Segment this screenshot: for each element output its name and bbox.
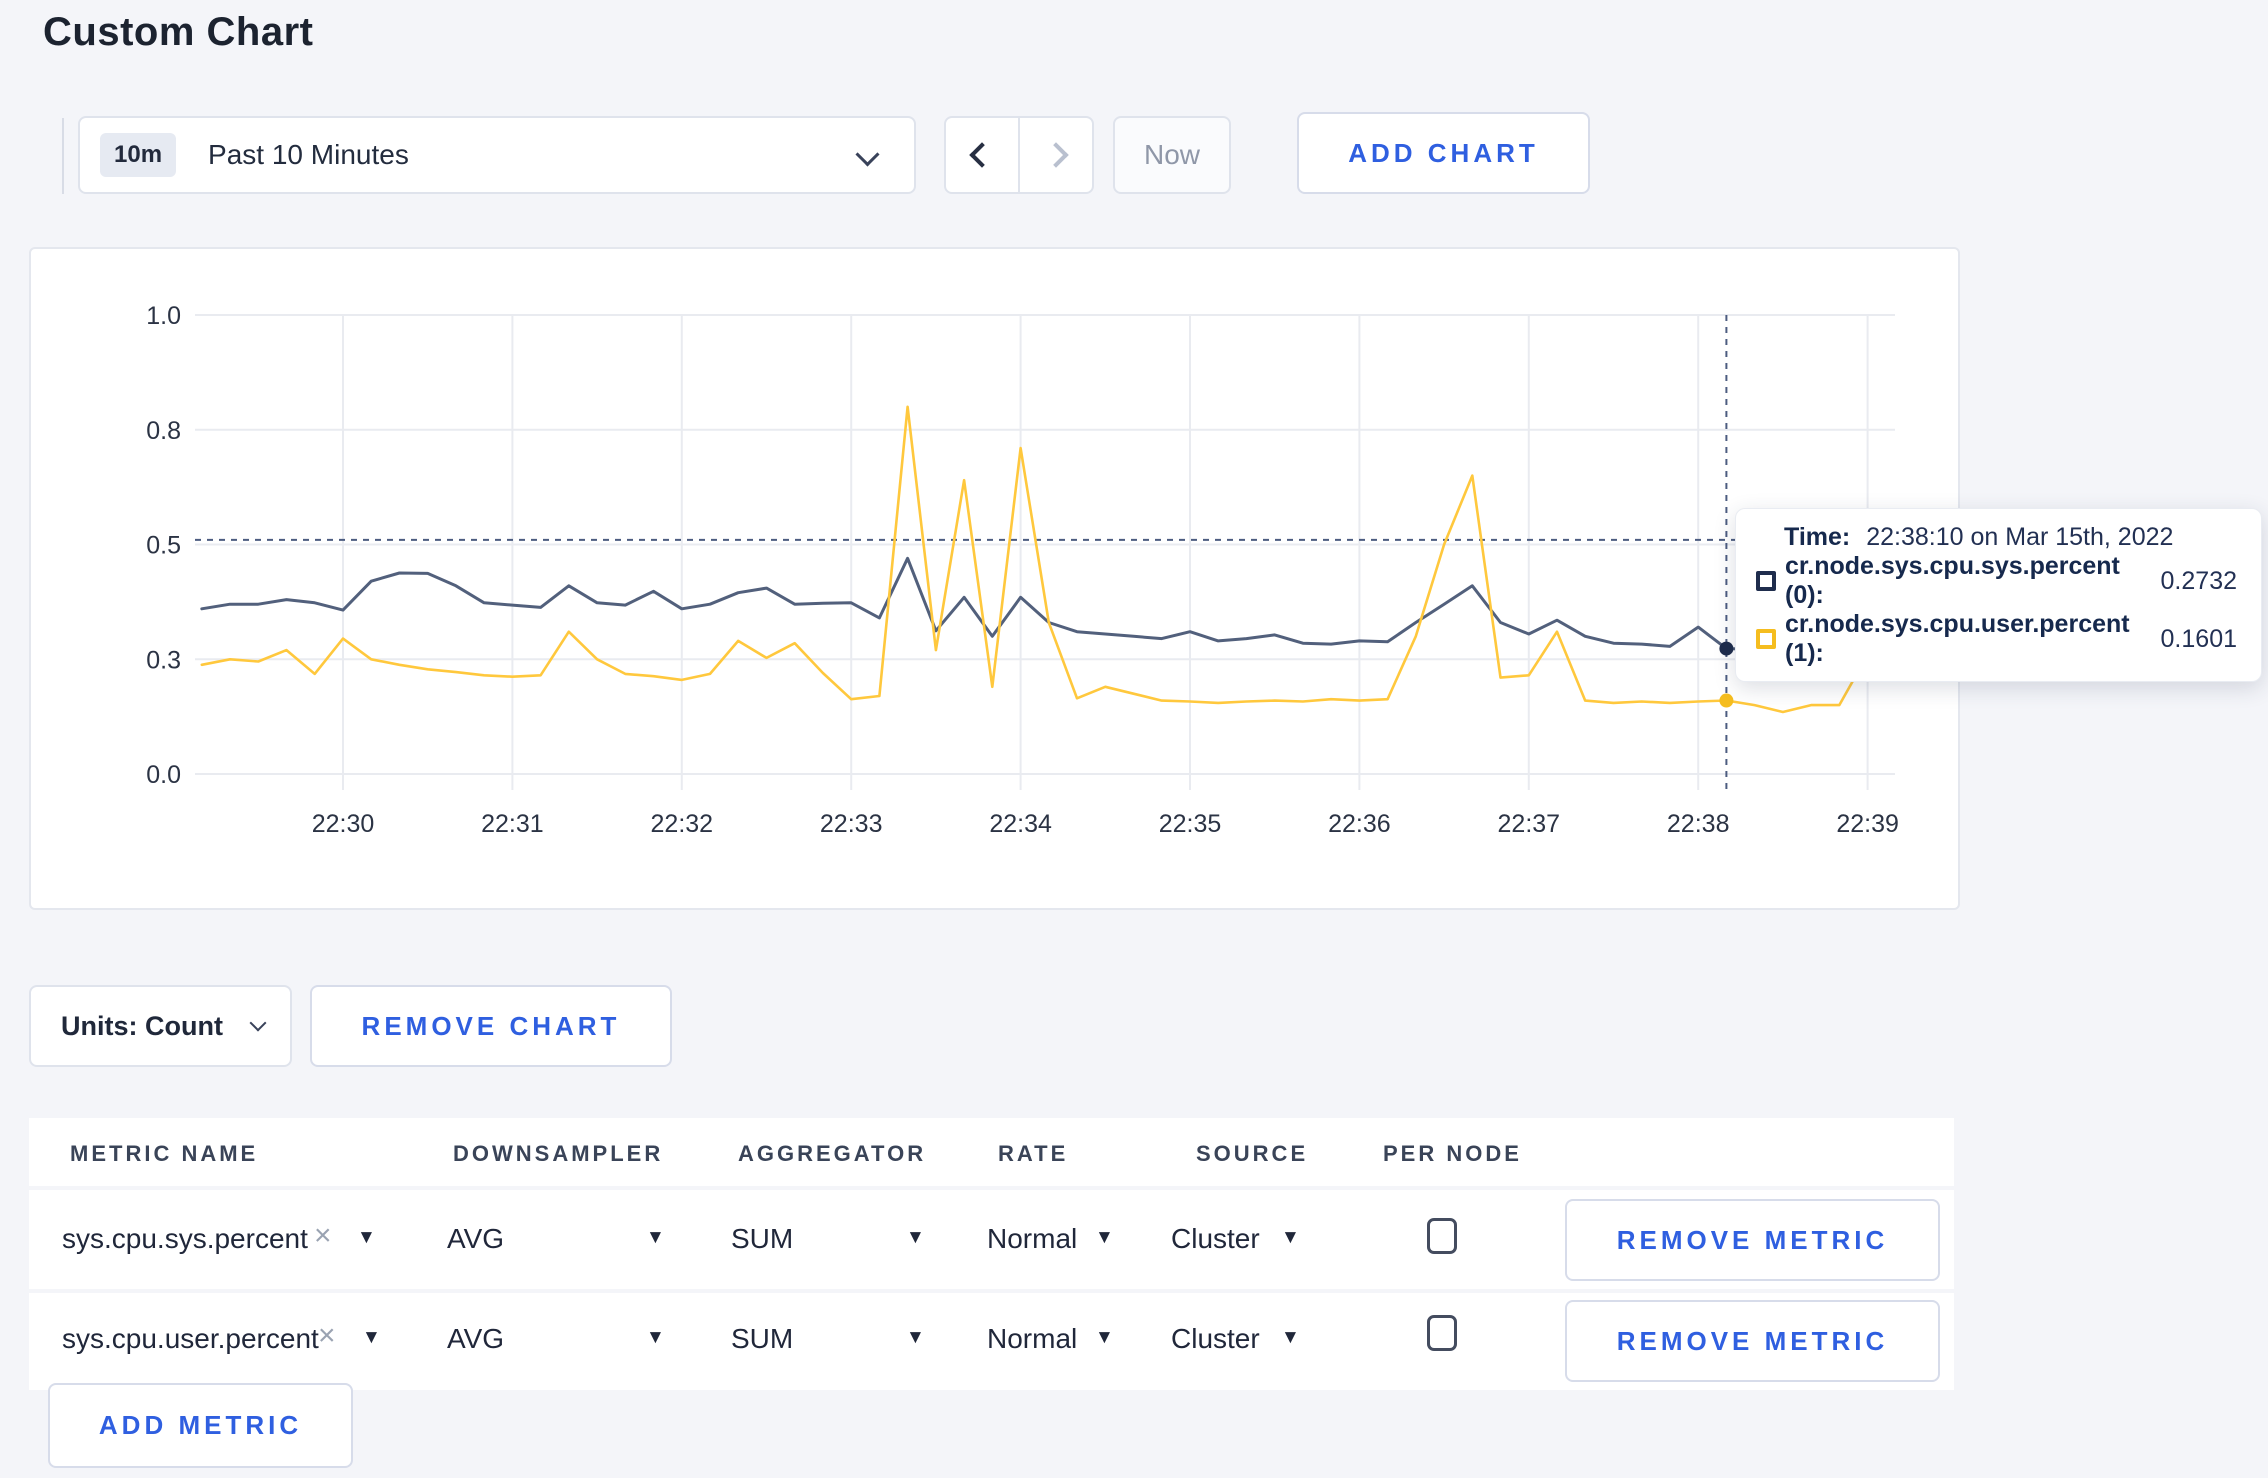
tooltip-series-value: 0.2732 [2160,566,2237,595]
chart-card: 0.0 0.3 0.5 0.8 1.0 22:30 22:31 22:32 22:33 22:34… [29,247,1960,910]
chart-tooltip: Time: 22:38:10 on Mar 15th, 2022 cr.node… [1735,508,2262,682]
time-controls-divider [62,118,64,194]
col-header-metric-name: METRIC NAME [70,1141,259,1166]
y-axis-tick-label: 0.8 [146,417,181,445]
time-next-button[interactable] [1018,116,1094,194]
metric-caret-down-icon[interactable]: ▼ [362,1327,381,1349]
x-axis-tick-label: 22:38 [1667,810,1730,838]
time-range-badge: 10m [100,133,177,177]
aggregator-caret-down-icon[interactable]: ▼ [906,1227,925,1249]
metric-name-value: sys.cpu.sys.percent [62,1223,308,1254]
rate-caret-down-icon[interactable]: ▼ [1095,1227,1114,1249]
downsampler-select[interactable]: AVG [447,1323,504,1355]
x-axis-tick-label: 22:34 [989,810,1052,838]
source-caret-down-icon[interactable]: ▼ [1281,1327,1300,1349]
metrics-table-header: METRIC NAME DOWNSAMPLER AGGREGATOR RATE … [29,1118,1954,1186]
source-select[interactable]: Cluster [1171,1323,1260,1355]
tooltip-time-row: Time: 22:38:10 on Mar 15th, 2022 [1784,523,2237,552]
rate-caret-down-icon[interactable]: ▼ [1095,1327,1114,1349]
col-header-source: SOURCE [1196,1141,1309,1166]
chevron-down-icon [249,1014,267,1032]
units-dropdown-label: Units: Count [61,1010,223,1041]
sys-percent-swatch-icon [1756,571,1776,591]
x-axis-tick-label: 22:37 [1498,810,1561,838]
remove-metric-button[interactable]: REMOVE METRIC [1565,1300,1940,1382]
x-axis-tick-label: 22:36 [1328,810,1391,838]
metric-row: sys.cpu.user.percent × ▼ AVG ▼ SUM ▼ Nor… [29,1293,1954,1390]
rate-select[interactable]: Normal [987,1223,1077,1255]
y-axis-tick-label: 1.0 [146,302,181,330]
y-axis-tick-label: 0.3 [146,646,181,674]
col-header-aggregator: AGGREGATOR [738,1141,927,1166]
x-axis-tick-label: 22:32 [651,810,714,838]
per-node-checkbox[interactable] [1427,1315,1457,1351]
x-axis-tick-label: 22:30 [312,810,375,838]
col-header-rate: RATE [998,1141,1069,1166]
units-dropdown[interactable]: Units: Count [29,985,292,1067]
close-icon[interactable]: × [318,1319,336,1353]
tooltip-series-label: cr.node.sys.cpu.sys.percent (0): [1785,552,2120,609]
series-line-user [200,405,1898,714]
hover-point-sys [1719,641,1734,656]
downsampler-caret-down-icon[interactable]: ▼ [646,1227,665,1249]
col-header-per-node: PER NODE [1383,1141,1522,1166]
tooltip-time-label: Time: [1784,523,1851,551]
chevron-down-icon [855,142,880,167]
series-line-sys [200,556,1898,651]
add-chart-button[interactable]: ADD CHART [1297,112,1590,194]
tooltip-series-value: 0.1601 [2160,624,2237,653]
x-axis-tick-label: 22:39 [1836,810,1899,838]
downsampler-caret-down-icon[interactable]: ▼ [646,1327,665,1349]
aggregator-select[interactable]: SUM [731,1323,793,1355]
chevron-left-icon [969,142,995,168]
remove-chart-button[interactable]: REMOVE CHART [310,985,672,1067]
aggregator-caret-down-icon[interactable]: ▼ [906,1327,925,1349]
x-axis-tick-label: 22:31 [481,810,544,838]
hover-point-user [1719,693,1734,708]
time-range-label: Past 10 Minutes [208,139,409,170]
aggregator-select[interactable]: SUM [731,1223,793,1255]
tooltip-series-row: cr.node.sys.cpu.sys.percent (0): 0.2732 [1756,552,2237,610]
downsampler-select[interactable]: AVG [447,1223,504,1255]
metric-caret-down-icon[interactable]: ▼ [357,1227,376,1249]
remove-metric-button[interactable]: REMOVE METRIC [1565,1199,1940,1281]
col-header-downsampler: DOWNSAMPLER [453,1141,664,1166]
time-prev-button[interactable] [944,116,1020,194]
user-percent-swatch-icon [1756,629,1776,649]
page-title: Custom Chart [43,10,314,54]
tooltip-series-row: cr.node.sys.cpu.user.percent (1): 0.1601 [1756,610,2237,668]
x-axis-tick-label: 22:35 [1159,810,1222,838]
y-axis-tick-label: 0.0 [146,761,181,789]
cpu-usage-chart[interactable]: 0.0 0.3 0.5 0.8 1.0 22:30 22:31 22:32 22:33 22:34… [31,249,1958,908]
close-icon[interactable]: × [314,1219,332,1253]
x-axis-tick-label: 22:33 [820,810,883,838]
source-caret-down-icon[interactable]: ▼ [1281,1227,1300,1249]
y-axis-tick-label: 0.5 [146,532,181,560]
add-metric-button[interactable]: ADD METRIC [48,1383,353,1468]
now-button[interactable]: Now [1113,116,1231,194]
per-node-checkbox[interactable] [1427,1218,1457,1254]
tooltip-time-value: 22:38:10 on Mar 15th, 2022 [1866,523,2174,551]
tooltip-series-label: cr.node.sys.cpu.user.percent (1): [1785,610,2130,667]
rate-select[interactable]: Normal [987,1323,1077,1355]
metric-row: sys.cpu.sys.percent × ▼ AVG ▼ SUM ▼ Norm… [29,1190,1954,1289]
now-button-label: Now [1143,139,1200,170]
source-select[interactable]: Cluster [1171,1223,1260,1255]
metric-name-value: sys.cpu.user.percent [62,1323,319,1354]
chevron-right-icon [1043,142,1069,168]
time-range-dropdown[interactable]: 10m Past 10 Minutes [78,116,916,194]
